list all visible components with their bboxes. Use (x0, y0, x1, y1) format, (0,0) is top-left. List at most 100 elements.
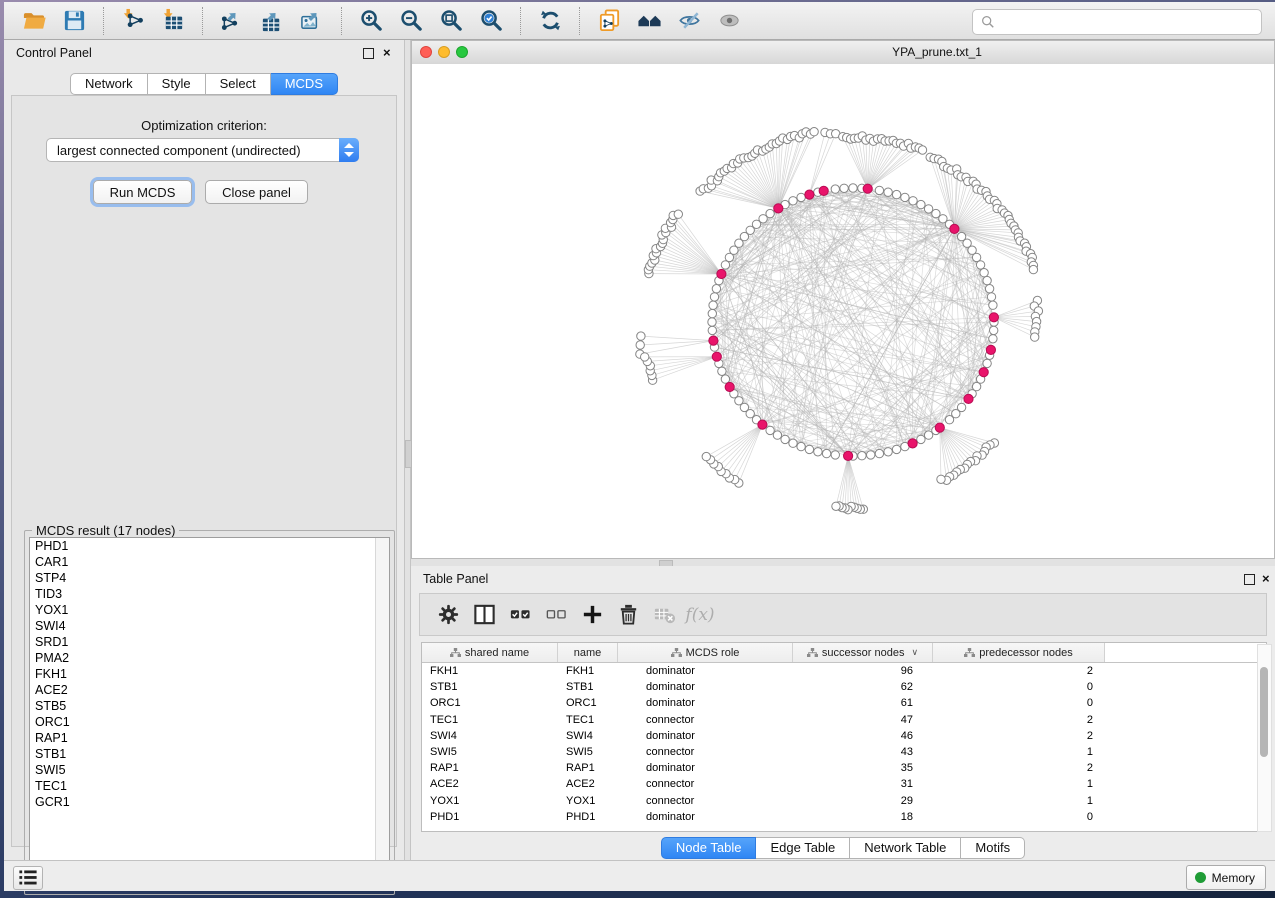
cell[interactable]: dominator (618, 762, 793, 774)
tab-edge-table[interactable]: Edge Table (756, 837, 850, 859)
tab-style[interactable]: Style (148, 73, 206, 95)
float-panel-icon[interactable] (1244, 574, 1255, 585)
run-mcds-button[interactable]: Run MCDS (93, 180, 192, 204)
mcds-result-item[interactable]: CAR1 (30, 554, 389, 570)
table-row[interactable]: ACE2ACE2connector311 (422, 776, 1266, 792)
tab-select[interactable]: Select (206, 73, 271, 95)
network-node[interactable] (831, 185, 839, 193)
network-node[interactable] (1031, 333, 1039, 341)
table-row[interactable]: SWI5SWI5connector431 (422, 744, 1266, 760)
mcds-result-item[interactable]: SWI5 (30, 762, 389, 778)
network-node[interactable] (875, 186, 883, 194)
zoom-selected-button[interactable] (474, 6, 508, 36)
cell[interactable]: PHD1 (558, 811, 618, 823)
mcds-list-scrollbar[interactable] (375, 538, 389, 889)
cell[interactable]: YOX1 (558, 795, 618, 807)
cell[interactable]: FKH1 (558, 665, 618, 677)
network-node[interactable] (797, 193, 805, 201)
mcds-dominator-node[interactable] (964, 394, 973, 403)
mcds-dominator-node[interactable] (950, 224, 959, 233)
mcds-dominator-node[interactable] (986, 345, 995, 354)
network-node[interactable] (789, 197, 797, 205)
cell[interactable]: dominator (618, 697, 793, 709)
cell[interactable]: 2 (933, 730, 1105, 742)
network-node[interactable] (884, 448, 892, 456)
new-network-from-selection-button[interactable] (592, 6, 626, 36)
cell[interactable]: SWI4 (558, 730, 618, 742)
cell[interactable]: dominator (618, 730, 793, 742)
cell[interactable]: 31 (793, 778, 933, 790)
cell[interactable]: RAP1 (558, 762, 618, 774)
close-window-icon[interactable] (420, 46, 432, 58)
cell[interactable]: dominator (618, 665, 793, 677)
select-all-checkbox-button[interactable] (502, 598, 538, 632)
network-node[interactable] (937, 475, 945, 483)
network-node[interactable] (980, 269, 988, 277)
node-table[interactable]: shared namenameMCDS rolesuccessor nodes∨… (421, 642, 1267, 832)
mcds-dominator-node[interactable] (758, 420, 767, 429)
network-node[interactable] (674, 210, 682, 218)
cell[interactable]: PHD1 (422, 811, 558, 823)
search-box[interactable] (972, 9, 1262, 35)
network-node[interactable] (917, 200, 925, 208)
network-node[interactable] (797, 442, 805, 450)
network-node[interactable] (945, 416, 953, 424)
minimize-window-icon[interactable] (438, 46, 450, 58)
network-node[interactable] (840, 184, 848, 192)
cell[interactable]: dominator (618, 681, 793, 693)
network-node[interactable] (909, 197, 917, 205)
network-node[interactable] (708, 318, 716, 326)
cell[interactable]: 29 (793, 795, 933, 807)
close-panel-button[interactable]: Close panel (205, 180, 308, 204)
add-column-button[interactable] (574, 598, 610, 632)
network-graph[interactable] (412, 64, 1274, 558)
zoom-out-button[interactable] (394, 6, 428, 36)
cell[interactable]: YOX1 (422, 795, 558, 807)
network-node[interactable] (822, 449, 830, 457)
cell[interactable]: SWI5 (558, 746, 618, 758)
tab-node-table[interactable]: Node Table (661, 837, 757, 859)
cell[interactable]: 2 (933, 762, 1105, 774)
mcds-result-item[interactable]: PMA2 (30, 650, 389, 666)
mcds-dominator-node[interactable] (989, 313, 998, 322)
mcds-result-item[interactable]: SRD1 (30, 634, 389, 650)
delete-column-button[interactable] (610, 598, 646, 632)
zoom-in-button[interactable] (354, 6, 388, 36)
mcds-result-item[interactable]: FKH1 (30, 666, 389, 682)
criterion-dropdown[interactable]: largest connected component (undirected) (46, 138, 359, 162)
network-node[interactable] (917, 435, 925, 443)
network-node[interactable] (892, 445, 900, 453)
table-row[interactable]: PHD1PHD1dominator180 (422, 809, 1266, 825)
network-node[interactable] (892, 190, 900, 198)
mcds-result-item[interactable]: PHD1 (30, 538, 389, 554)
cell[interactable]: STB1 (558, 681, 618, 693)
network-node[interactable] (708, 309, 716, 317)
cell[interactable]: connector (618, 795, 793, 807)
cell[interactable]: 0 (933, 697, 1105, 709)
network-node[interactable] (989, 335, 997, 343)
export-network-button[interactable] (215, 6, 249, 36)
network-node[interactable] (721, 375, 729, 383)
network-node[interactable] (831, 451, 839, 459)
network-node[interactable] (710, 293, 718, 301)
mcds-result-item[interactable]: GCR1 (30, 794, 389, 810)
network-node[interactable] (805, 445, 813, 453)
mcds-dominator-node[interactable] (709, 336, 718, 345)
mcds-dominator-node[interactable] (844, 451, 853, 460)
cell[interactable]: 62 (793, 681, 933, 693)
cell[interactable]: 96 (793, 665, 933, 677)
mcds-result-item[interactable]: ORC1 (30, 714, 389, 730)
vertical-splitter[interactable] (404, 40, 411, 862)
export-table-button[interactable] (255, 6, 289, 36)
cell[interactable]: ORC1 (422, 697, 558, 709)
cell[interactable]: 35 (793, 762, 933, 774)
network-node[interactable] (867, 451, 875, 459)
mcds-dominator-node[interactable] (819, 186, 828, 195)
network-node[interactable] (773, 431, 781, 439)
network-node[interactable] (789, 439, 797, 447)
network-node[interactable] (1029, 265, 1037, 273)
mcds-result-item[interactable]: TEC1 (30, 778, 389, 794)
cell[interactable]: 18 (793, 811, 933, 823)
close-panel-icon[interactable]: × (1262, 571, 1270, 587)
column-header-predecessor-nodes[interactable]: predecessor nodes (933, 643, 1105, 662)
